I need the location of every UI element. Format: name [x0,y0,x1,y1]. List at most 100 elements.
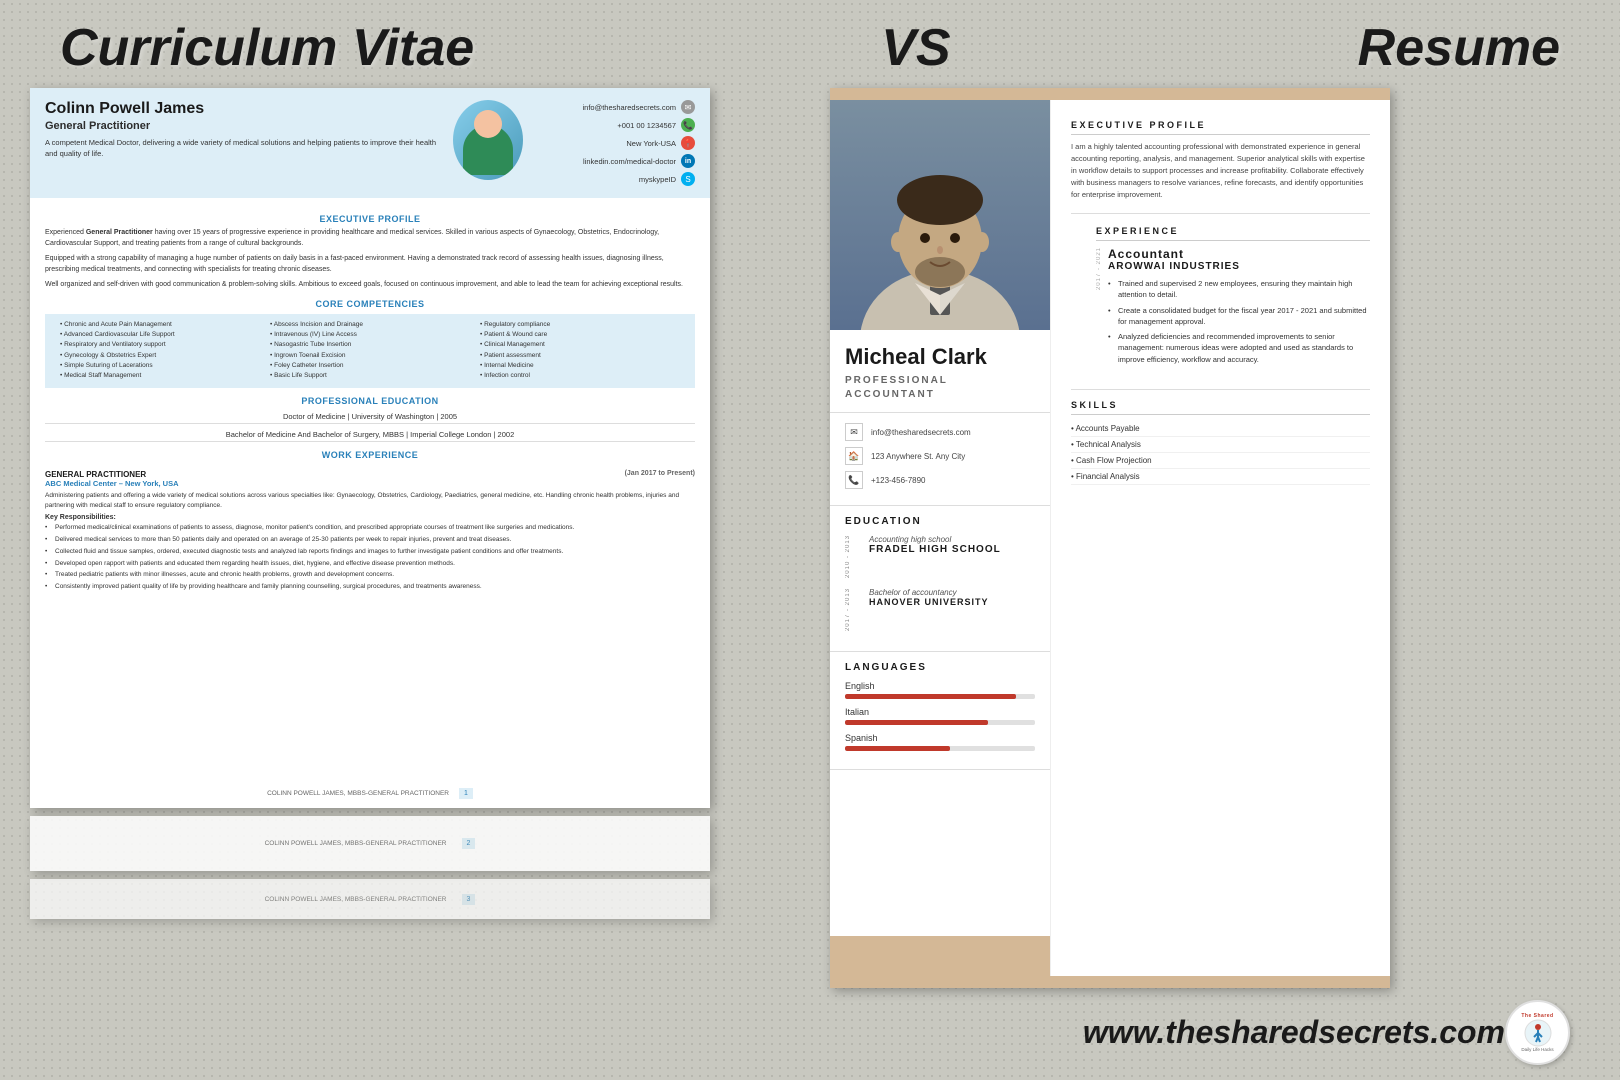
resume-languages-block: LANGUAGES English Italian [830,652,1050,770]
skype-icon: S [681,172,695,186]
cv-phone: +001 00 1234567 📞 [535,118,695,132]
cv-linkedin: linkedin.com/medical-doctor in [535,154,695,168]
work-desc: Administering patients and offering a wi… [45,491,695,511]
resp-item: Collected fluid and tissue samples, orde… [45,547,695,557]
lang-bar-fill-it [845,720,988,725]
cv-body: EXECUTIVE PROFILE Experienced General Pr… [30,198,710,602]
exp-years: 2017 - 2021 [1096,247,1102,295]
comp-item: Gynecology & Obstetrics Expert [60,351,260,361]
lang-name-en: English [845,681,1035,691]
cv-page-2: COLINN POWELL JAMES, MBBS-GENERAL PRACTI… [30,816,710,871]
comp-item: Simple Suturing of Lacerations [60,361,260,371]
cv-title: Curriculum Vitae [60,18,474,78]
skills-heading: SKILLS [1071,400,1370,415]
resume-contact-address: 🏠 123 Anywhere St. Any City [845,447,1035,465]
lang-bar-fill-sp [845,746,950,751]
comp-item: Medical Staff Management [60,371,260,381]
work-exp-title: WORK EXPERIENCE [45,450,695,460]
resume-photo [830,100,1050,330]
page-header: Curriculum Vitae VS Resume [0,0,1620,88]
comp-item: Advanced Cardiovascular Life Support [60,330,260,340]
website-url: www.thesharedsecrets.com [1083,1014,1505,1051]
skill-item-1: Accounts Payable [1071,421,1370,437]
main-content: Colinn Powell James General Practitioner… [0,88,1620,1078]
bottom-bar: www.thesharedsecrets.com The Shared Dail… [0,1000,1620,1065]
resume-name-block: Micheal Clark PROFESSIONAL ACCOUNTANT [830,330,1050,413]
exec-profile-section: EXECUTIVE PROFILE I am a highly talented… [1071,120,1370,201]
linkedin-icon: in [681,154,695,168]
logo: The Shared Daily Life Hacks [1505,1000,1570,1065]
edu-item-1: Doctor of Medicine | University of Washi… [45,410,695,424]
resume-title: Resume [1358,18,1560,78]
vs-label: VS [881,18,950,78]
lang-heading: LANGUAGES [845,662,1035,673]
resume-two-col: EXPERIENCE 2017 - 2021 Accountant AROWWA… [1071,213,1370,377]
exp-company: AROWWAI INDUSTRIES [1108,261,1370,272]
resume-job-title: PROFESSIONAL ACCOUNTANT [845,374,1035,402]
edu-heading: EDUCATION [845,516,1035,527]
cv-email: info@thesharedsecrets.com ✉ [535,100,695,114]
skill-item-3: Cash Flow Projection [1071,453,1370,469]
lang-bar-bg-en [845,694,1035,699]
resume-contact-email: ✉ info@thesharedsecrets.com [845,423,1035,441]
comp-item: Chronic and Acute Pain Management [60,320,260,330]
exec-profile-title: EXECUTIVE PROFILE [45,214,695,224]
resume-top-accent [830,88,1390,100]
exp-heading: EXPERIENCE [1096,226,1370,241]
comp-item: Internal Medicine [480,361,680,371]
cv-section: Colinn Powell James General Practitioner… [30,88,710,1078]
comp-col-2: Abscess Incision and Drainage Intravenou… [265,320,475,382]
resume-left-bottom-accent [830,936,1050,976]
comp-item: Foley Catheter Insertion [270,361,470,371]
resp-item: Delivered medical services to more than … [45,535,695,545]
resume-contact-phone: 📞 +123-456-7890 [845,471,1035,489]
comp-item: Patient assessment [480,351,680,361]
resume-left-col: Micheal Clark PROFESSIONAL ACCOUNTANT ✉ … [830,100,1050,988]
resume-bottom-accent [830,976,1390,988]
skill-item-4: Financial Analysis [1071,469,1370,485]
lang-name-it: Italian [845,707,1035,717]
work-org: ABC Medical Center – New York, USA [45,479,695,488]
cv-skype: myskypeID S [535,172,695,186]
edu-years-2: 2017 - 2013 [845,588,861,631]
cv-description: A competent Medical Doctor, delivering a… [45,138,441,159]
exec-profile-heading: EXECUTIVE PROFILE [1071,120,1370,135]
work-date: (Jan 2017 to Present) [625,470,695,477]
logo-figure [1523,1019,1553,1047]
exec-profile-text1: Experienced General Practitioner having … [45,228,695,249]
lang-italian: Italian [845,707,1035,725]
exp-bullet-3: Analyzed deficiencies and recommended im… [1108,331,1370,365]
edu-item-2: 2017 - 2013 Bachelor of accountancy HANO… [845,588,1035,631]
comp-item: Patient & Wound care [480,330,680,340]
resp-item: Consistently improved patient quality of… [45,582,695,592]
cv-page-3: COLINN POWELL JAMES, MBBS-GENERAL PRACTI… [30,879,710,919]
lang-bar-bg-sp [845,746,1035,751]
resume-inner: Micheal Clark PROFESSIONAL ACCOUNTANT ✉ … [830,100,1390,988]
cv-header: Colinn Powell James General Practitioner… [30,88,710,198]
cv-header-left: Colinn Powell James General Practitioner… [45,100,441,159]
page-number-2: 2 [462,838,476,849]
edu-uni-2: HANOVER UNIVERSITY [869,597,1035,607]
page-number-3: 3 [462,894,476,905]
cv-name: Colinn Powell James [45,100,441,118]
exp-year-row: 2017 - 2021 Accountant AROWWAI INDUSTRIE… [1096,247,1370,369]
location-icon: 📍 [681,136,695,150]
edu-content-2: Bachelor of accountancy HANOVER UNIVERSI… [869,588,1035,607]
cv-page-3-footer: COLINN POWELL JAMES, MBBS-GENERAL PRACTI… [30,879,710,919]
edu-school-main-1: FRADEL HIGH SCHOOL [869,544,1035,555]
cv-footer-1: COLINN POWELL JAMES, MBBS-GENERAL PRACTI… [30,784,710,803]
resume-right-col: EXECUTIVE PROFILE I am a highly talented… [1050,100,1390,988]
resume-education-block: EDUCATION 2010 - 2013 Accounting high sc… [830,506,1050,652]
resp-item: Developed open rapport with patients and… [45,559,695,569]
lang-english: English [845,681,1035,699]
skills-section: SKILLS Accounts Payable Technical Analys… [1071,389,1370,485]
cv-contact: info@thesharedsecrets.com ✉ +001 00 1234… [535,100,695,186]
edu-school-name-1: Accounting high school [869,535,1035,544]
email-icon: ✉ [681,100,695,114]
comp-col-1: Chronic and Acute Pain Management Advanc… [55,320,265,382]
cv-location: New York-USA 📍 [535,136,695,150]
comp-item: Basic Life Support [270,371,470,381]
comp-item: Respiratory and Ventilatory support [60,340,260,350]
prof-edu-title: PROFESSIONAL EDUCATION [45,396,695,406]
resume-name: Micheal Clark [845,345,1035,369]
